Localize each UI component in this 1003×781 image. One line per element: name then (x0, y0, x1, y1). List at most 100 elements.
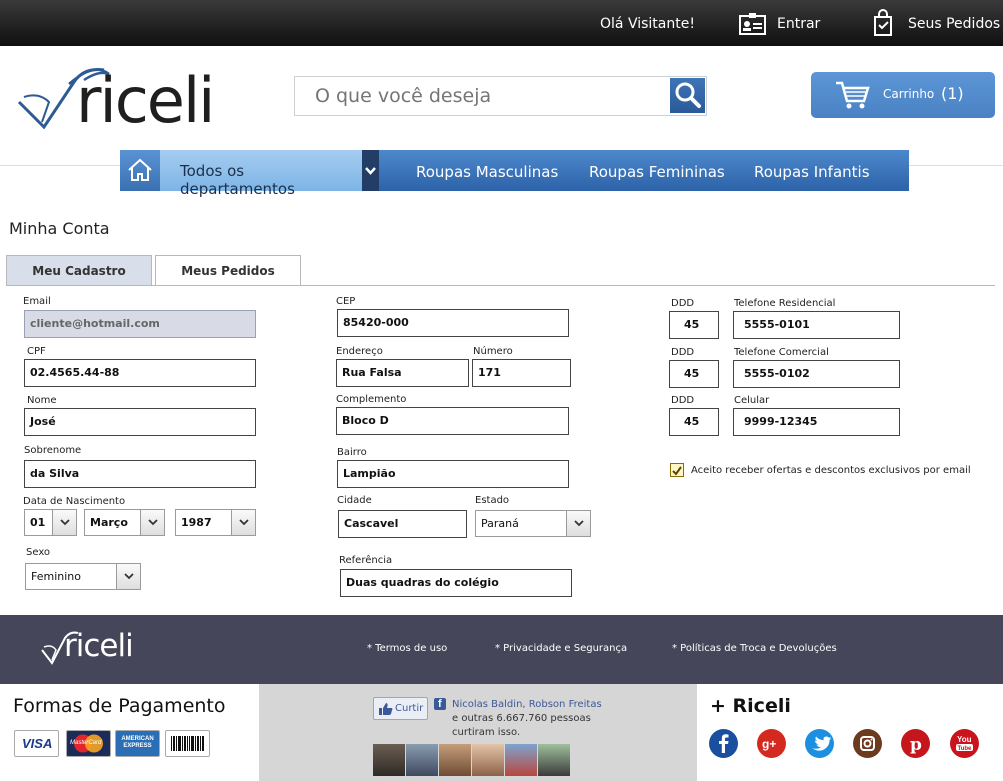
referencia-field[interactable]: Duas quadras do colégio (340, 569, 572, 597)
endereco-label: Endereço (336, 346, 383, 357)
referencia-label: Referência (339, 555, 393, 566)
chevron-down-icon (231, 510, 255, 535)
tel-com-ddd-field[interactable]: 45 (669, 360, 719, 388)
pinterest-icon[interactable]: p (901, 729, 930, 758)
departments-menu[interactable]: Todos os departamentos (160, 150, 362, 198)
footer-logo[interactable]: riceli (40, 628, 155, 668)
nav-item-roupas-femininas[interactable]: Roupas Femininas (589, 163, 725, 181)
instagram-icon[interactable] (853, 729, 882, 758)
optin-checkbox[interactable] (670, 463, 684, 477)
endereco-field[interactable]: Rua Falsa (336, 359, 469, 387)
nav-item-roupas-infantis[interactable]: Roupas Infantis (754, 163, 870, 181)
cpf-label: CPF (27, 346, 46, 357)
facebook-like-suffix: curtiram isso. (452, 727, 521, 738)
estado-label: Estado (475, 495, 510, 506)
friend-avatar[interactable] (472, 744, 504, 776)
cart-label: Carrinho (883, 87, 935, 101)
boleto-barcode-icon (165, 730, 210, 757)
tab-meus-pedidos[interactable]: Meus Pedidos (155, 255, 301, 286)
sobrenome-field[interactable]: da Silva (24, 460, 256, 488)
cidade-label: Cidade (337, 495, 372, 506)
estado-value: Paraná (481, 517, 519, 530)
home-icon (128, 158, 152, 181)
friend-avatar[interactable] (406, 744, 438, 776)
facebook-like-label: Curtir (395, 703, 424, 714)
complemento-field[interactable]: Bloco D (336, 407, 569, 435)
amex-card-icon: AMERICAN EXPRESS (115, 730, 160, 757)
nav-item-roupas-masculinas[interactable]: Roupas Masculinas (416, 163, 558, 181)
cpf-field[interactable]: 02.4565.44-88 (24, 359, 256, 387)
email-field: cliente@hotmail.com (24, 310, 256, 338)
id-card-icon[interactable] (739, 13, 766, 40)
svg-text:Tube: Tube (958, 746, 973, 752)
chevron-down-icon (116, 564, 140, 589)
tel-res-label: Telefone Residencial (734, 298, 836, 309)
sexo-select[interactable]: Feminino (25, 563, 141, 590)
bairro-field[interactable]: Lampião (337, 460, 569, 488)
youtube-icon[interactable]: You Tube (950, 729, 979, 758)
social-title: + Riceli (710, 695, 791, 717)
ddd-label: DDD (671, 395, 695, 406)
birth-day-value: 01 (30, 516, 46, 529)
login-link[interactable]: Entrar (777, 16, 820, 32)
cidade-field[interactable]: Cascavel (338, 510, 467, 538)
brand-logo[interactable]: riceli (14, 62, 239, 137)
visa-text: VISA (22, 736, 53, 751)
google-plus-icon[interactable]: g+ (757, 729, 786, 758)
svg-text:g+: g+ (762, 737, 776, 751)
optin-label: Aceito receber ofertas e descontos exclu… (691, 465, 971, 476)
celular-field[interactable]: 9999-12345 (733, 408, 900, 436)
birth-day-select[interactable]: 01 (24, 509, 77, 536)
svg-text:p: p (910, 735, 922, 755)
friend-avatar[interactable] (505, 744, 537, 776)
chevron-down-icon (52, 510, 76, 535)
mastercard-text: MasterCard (70, 740, 102, 746)
payment-title: Formas de Pagamento (13, 695, 226, 717)
facebook-icon[interactable] (709, 729, 738, 758)
nome-field[interactable]: José (24, 408, 256, 436)
friend-avatar[interactable] (373, 744, 405, 776)
visa-card-icon: VISA (14, 730, 59, 757)
facebook-small-icon: f (434, 698, 446, 710)
birth-month-select[interactable]: Março (84, 509, 165, 536)
tab-meu-cadastro[interactable]: Meu Cadastro (6, 255, 152, 286)
numero-field[interactable]: 171 (472, 359, 571, 387)
friend-avatar[interactable] (538, 744, 570, 776)
friend-avatar[interactable] (439, 744, 471, 776)
departments-label: Todos os departamentos (180, 162, 295, 198)
footer-link-termos[interactable]: * Termos de uso (367, 643, 447, 654)
search-box (294, 76, 707, 116)
celular-label: Celular (734, 395, 770, 406)
birth-year-select[interactable]: 1987 (175, 509, 256, 536)
departments-dropdown-toggle[interactable] (362, 150, 379, 191)
tel-res-ddd-field[interactable]: 45 (669, 311, 719, 339)
thumbs-up-icon (379, 703, 393, 715)
svg-text:You: You (957, 735, 972, 744)
footer-link-trocas[interactable]: * Políticas de Troca e Devoluções (672, 643, 837, 654)
footer-link-privacidade[interactable]: * Privacidade e Segurança (495, 643, 627, 654)
birth-month-value: Março (90, 516, 128, 529)
facebook-like-button[interactable]: Curtir (373, 697, 428, 720)
tel-res-field[interactable]: 5555-0101 (733, 311, 900, 339)
twitter-icon[interactable] (805, 729, 834, 758)
cep-field[interactable]: 85420-000 (337, 309, 569, 337)
chevron-down-icon (566, 511, 590, 536)
complemento-label: Complemento (336, 394, 407, 405)
orders-link[interactable]: Seus Pedidos (908, 16, 1000, 32)
checkmark-icon (672, 466, 682, 476)
page-title: Minha Conta (9, 219, 110, 238)
estado-select[interactable]: Paraná (475, 510, 591, 537)
sobrenome-label: Sobrenome (24, 445, 82, 456)
tel-com-field[interactable]: 5555-0102 (733, 360, 900, 388)
search-input[interactable] (295, 77, 670, 115)
tel-com-label: Telefone Comercial (734, 347, 829, 358)
shopping-bag-icon[interactable] (873, 9, 893, 41)
home-button[interactable] (120, 150, 160, 191)
chevron-down-icon (140, 510, 164, 535)
facebook-friend-names[interactable]: Nicolas Baldin, Robson Freitas (452, 699, 602, 710)
search-button[interactable] (670, 78, 705, 113)
celular-ddd-field[interactable]: 45 (669, 408, 719, 436)
mastercard-icon: MasterCard (66, 730, 111, 757)
bairro-label: Bairro (337, 447, 367, 458)
cart-button[interactable]: Carrinho (1) (811, 72, 995, 118)
